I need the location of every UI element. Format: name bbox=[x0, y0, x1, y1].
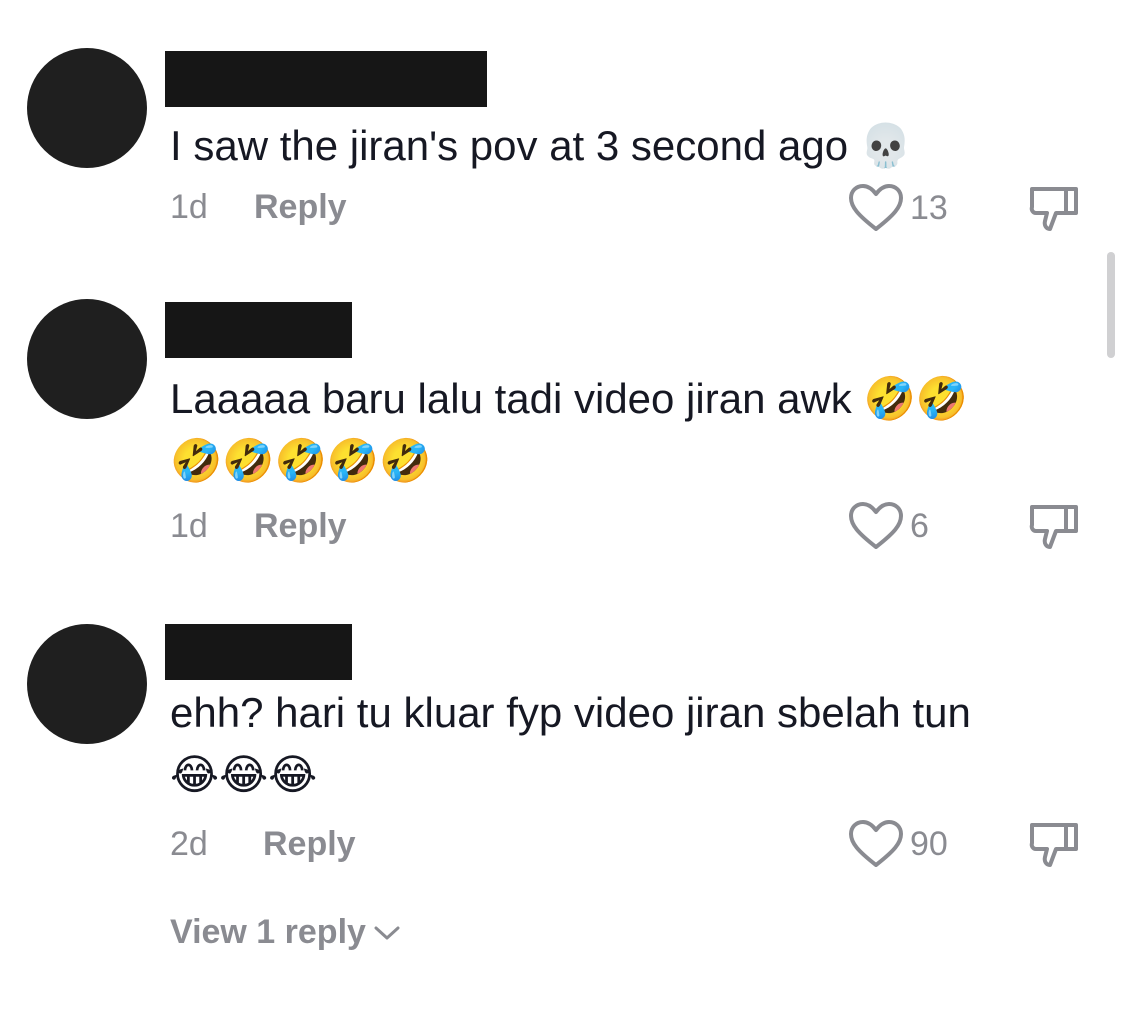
avatar[interactable] bbox=[27, 299, 147, 419]
reply-button[interactable]: Reply bbox=[254, 188, 347, 227]
redacted-username[interactable] bbox=[165, 302, 352, 358]
like-button[interactable]: 90 bbox=[848, 819, 948, 869]
view-replies-label: View 1 reply bbox=[170, 913, 366, 951]
thumbs-down-icon[interactable] bbox=[1026, 499, 1082, 555]
redacted-username[interactable] bbox=[165, 624, 352, 680]
reply-button[interactable]: Reply bbox=[263, 825, 356, 864]
like-count: 90 bbox=[910, 824, 948, 863]
redacted-username[interactable] bbox=[165, 51, 487, 107]
avatar[interactable] bbox=[27, 624, 147, 744]
heart-outline-icon bbox=[849, 502, 903, 549]
avatar[interactable] bbox=[27, 48, 147, 168]
comment-age: 1d bbox=[170, 507, 208, 545]
comment-text: Laaaaa baru lalu tadi video jiran awk 🤣🤣… bbox=[170, 375, 969, 484]
reply-button[interactable]: Reply bbox=[254, 507, 347, 546]
comment-text: I saw the jiran's pov at 3 second ago 💀 bbox=[170, 122, 913, 169]
comment-meta: 1d Reply bbox=[170, 507, 347, 546]
like-count: 6 bbox=[910, 506, 929, 545]
comment-text: ehh? hari tu kluar fyp video jiran sbela… bbox=[170, 689, 971, 798]
chevron-down-icon bbox=[374, 926, 400, 939]
like-button[interactable]: 13 bbox=[848, 183, 948, 233]
like-button[interactable]: 6 bbox=[848, 501, 929, 551]
scrollbar[interactable] bbox=[1107, 252, 1115, 358]
comment-age: 1d bbox=[170, 188, 208, 226]
comment-age: 2d bbox=[170, 825, 208, 863]
thumbs-down-icon[interactable] bbox=[1026, 817, 1082, 873]
like-count: 13 bbox=[910, 188, 948, 227]
view-replies-button[interactable]: View 1 reply bbox=[170, 913, 402, 952]
thumbs-down-icon[interactable] bbox=[1026, 181, 1082, 237]
heart-outline-icon bbox=[849, 820, 903, 867]
heart-outline-icon bbox=[849, 184, 903, 231]
comment-meta: 1d Reply bbox=[170, 188, 347, 227]
comment-meta: 2d Reply bbox=[170, 825, 356, 864]
